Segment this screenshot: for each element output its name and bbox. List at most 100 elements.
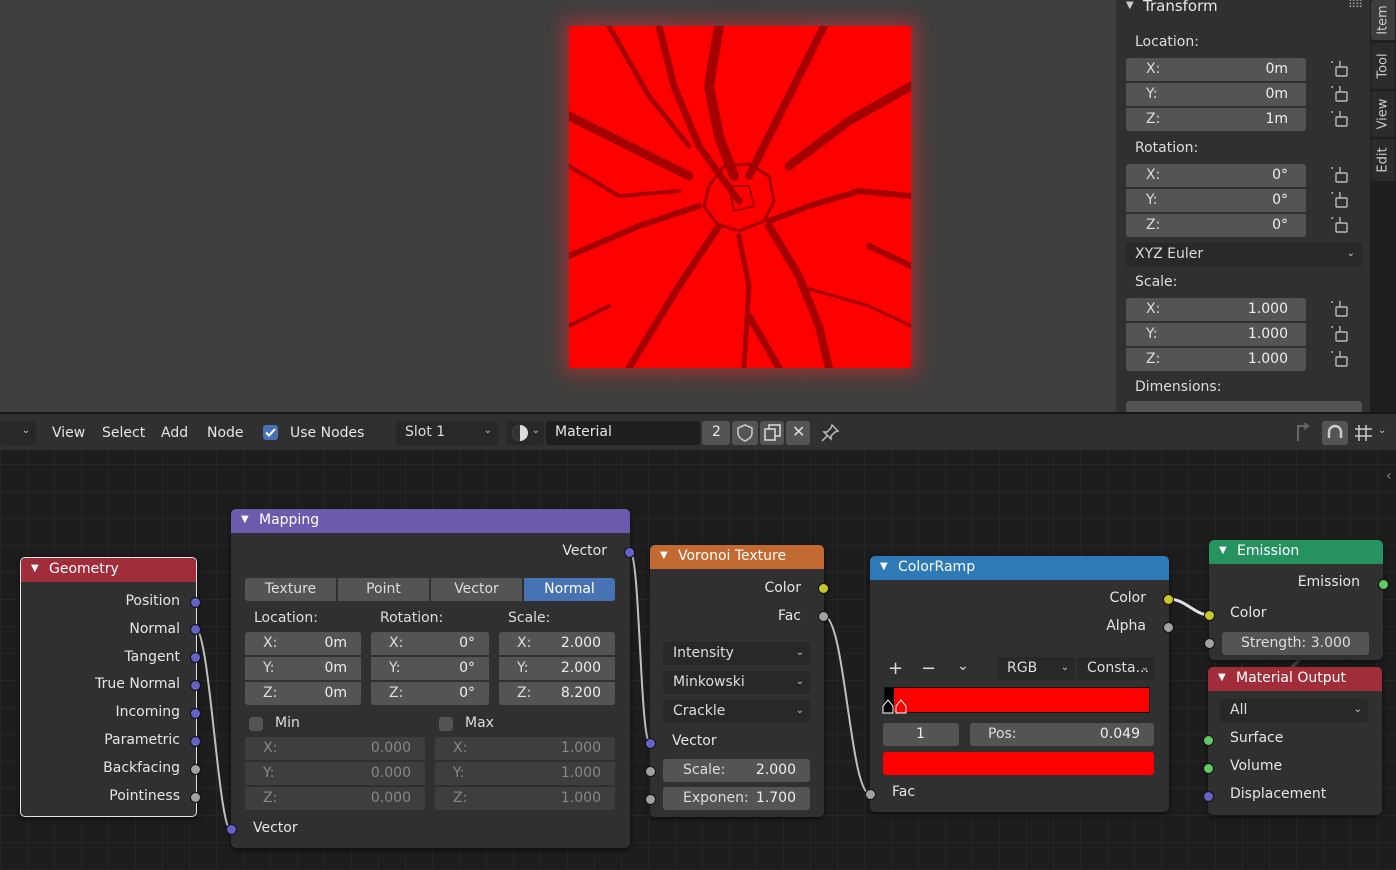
- socket-color-in[interactable]: [1204, 610, 1215, 621]
- socket-scale-in[interactable]: [645, 766, 656, 777]
- stop-color-swatch[interactable]: [883, 752, 1154, 775]
- collapse-arrow-icon[interactable]: ▼: [31, 563, 39, 574]
- unlink-material-button[interactable]: ✕: [786, 421, 810, 445]
- lock-icon[interactable]: [1330, 301, 1348, 317]
- location-x-field[interactable]: X: 0m: [1126, 58, 1306, 81]
- plane-object[interactable]: [564, 21, 916, 372]
- stop-position-field[interactable]: Pos: 0.049: [970, 723, 1154, 746]
- voronoi-texture-node[interactable]: ▼ Voronoi Texture Color Fac Intensity ⌄ M…: [645, 545, 829, 817]
- tab-view[interactable]: View: [1371, 91, 1395, 137]
- material-browse-button[interactable]: ⌄: [506, 421, 544, 445]
- collapse-arrow-icon[interactable]: ▼: [241, 514, 249, 525]
- slot-dropdown[interactable]: Slot 1 ⌄: [396, 421, 498, 445]
- drag-handle-icon[interactable]: ⠿⠿: [1348, 0, 1363, 11]
- socket-tangent[interactable]: [190, 652, 201, 663]
- use-nodes-checkbox[interactable]: [263, 425, 278, 440]
- mapping-node[interactable]: ▼ Mapping Vector Texture Point Vector No…: [226, 509, 635, 848]
- scale-y-field[interactable]: Y: 1.000: [1126, 323, 1306, 346]
- add-stop-icon[interactable]: +: [888, 658, 903, 679]
- location-z-field[interactable]: Z: 1m: [1126, 108, 1306, 131]
- location-y-field[interactable]: Y: 0m: [1126, 83, 1306, 106]
- socket-parametric[interactable]: [190, 736, 201, 747]
- scale-field[interactable]: Scale: 2.000: [663, 759, 810, 782]
- socket-normal[interactable]: [190, 624, 201, 635]
- dimensions-x-field[interactable]: [1126, 401, 1362, 412]
- material-users-count[interactable]: 2: [702, 421, 730, 445]
- editor-type-dropdown[interactable]: ⌄: [0, 421, 36, 445]
- rotation-y-field[interactable]: Y: 0°: [1126, 189, 1306, 212]
- scale-x-field[interactable]: X: 1.000: [1126, 298, 1306, 321]
- socket-vector-in[interactable]: [226, 824, 237, 835]
- ramp-stop-handles[interactable]: [882, 698, 910, 714]
- min-checkbox[interactable]: [249, 717, 263, 731]
- lock-icon[interactable]: [1330, 326, 1348, 342]
- use-nodes-label[interactable]: Use Nodes: [290, 425, 364, 441]
- remove-stop-icon[interactable]: −: [921, 658, 936, 679]
- 3d-viewport[interactable]: [0, 0, 1116, 412]
- menu-node[interactable]: Node: [207, 425, 244, 441]
- max-z-field[interactable]: Z: 1.000: [435, 787, 615, 810]
- active-stop-index-field[interactable]: 1: [883, 723, 959, 746]
- node-editor-canvas[interactable]: ▼ Geometry Position Normal Tangent True …: [0, 450, 1396, 870]
- target-dropdown[interactable]: All ⌄: [1220, 699, 1368, 722]
- socket-vector-in[interactable]: [645, 738, 656, 749]
- min-x-field[interactable]: X: 0.000: [245, 737, 425, 760]
- rotation-x-field[interactable]: X: 0°: [1126, 164, 1306, 187]
- duplicate-material-button[interactable]: [760, 421, 784, 445]
- collapse-arrow-icon[interactable]: ▼: [1219, 545, 1227, 556]
- socket-fac-in[interactable]: [865, 789, 876, 800]
- lock-icon[interactable]: [1330, 217, 1348, 233]
- material-output-node[interactable]: ▼ Material Output All ⌄ Surface Volume Di…: [1203, 667, 1382, 815]
- distance-metric-dropdown[interactable]: Minkowski ⌄: [663, 671, 810, 694]
- pin-icon[interactable]: [820, 423, 840, 443]
- location-y-field[interactable]: Y: 0m: [245, 657, 361, 680]
- socket-displacement-in[interactable]: [1203, 791, 1214, 802]
- strength-field[interactable]: Strength: 3.000: [1222, 632, 1369, 655]
- color-ramp-bar[interactable]: [884, 687, 1150, 713]
- socket-true-normal[interactable]: [190, 680, 201, 691]
- socket-pointiness[interactable]: [190, 792, 201, 803]
- exponent-field[interactable]: Exponen: 1.700: [663, 787, 810, 810]
- type-vector[interactable]: Vector: [431, 578, 522, 601]
- rotation-z-field[interactable]: Z: 0°: [371, 682, 489, 705]
- socket-surface-in[interactable]: [1203, 735, 1214, 746]
- location-z-field[interactable]: Z: 0m: [245, 682, 361, 705]
- socket-backfacing[interactable]: [190, 764, 201, 775]
- socket-exponent-in[interactable]: [645, 794, 656, 805]
- lock-icon[interactable]: [1330, 111, 1348, 127]
- colorramp-node[interactable]: ▼ ColorRamp Color Alpha + − ⌄ RGB ⌄ Const…: [865, 556, 1174, 812]
- type-normal[interactable]: Normal: [524, 578, 615, 601]
- snap-target-dropdown[interactable]: ⌄: [1352, 421, 1392, 445]
- colorramp-node-header[interactable]: ▼ ColorRamp: [870, 556, 1169, 580]
- snap-toggle-button[interactable]: [1322, 421, 1348, 445]
- socket-color-out[interactable]: [1163, 594, 1174, 605]
- menu-add[interactable]: Add: [161, 425, 188, 441]
- socket-color-out[interactable]: [818, 583, 829, 594]
- transform-panel-title[interactable]: Transform: [1143, 0, 1218, 15]
- parent-node-tree-icon[interactable]: [1292, 423, 1312, 443]
- collapse-arrow-icon[interactable]: ▼: [1218, 672, 1226, 683]
- emission-node-header[interactable]: ▼ Emission: [1209, 540, 1383, 564]
- interpolation-dropdown[interactable]: Consta... ⌄: [1077, 657, 1155, 680]
- type-point[interactable]: Point: [338, 578, 429, 601]
- menu-select[interactable]: Select: [102, 425, 145, 441]
- location-x-field[interactable]: X: 0m: [245, 632, 361, 655]
- fake-user-button[interactable]: [732, 421, 758, 445]
- collapse-arrow-icon[interactable]: ▼: [1126, 0, 1134, 11]
- rotation-mode-dropdown[interactable]: XYZ Euler ⌄: [1126, 243, 1362, 266]
- min-y-field[interactable]: Y: 0.000: [245, 762, 425, 785]
- max-checkbox[interactable]: [439, 717, 453, 731]
- socket-volume-in[interactable]: [1203, 763, 1214, 774]
- lock-icon[interactable]: [1330, 167, 1348, 183]
- mapping-node-header[interactable]: ▼ Mapping: [231, 509, 630, 533]
- voronoi-node-header[interactable]: ▼ Voronoi Texture: [650, 545, 824, 569]
- socket-emission-out[interactable]: [1378, 579, 1389, 590]
- collapse-arrow-icon[interactable]: ▼: [660, 550, 668, 561]
- emission-node[interactable]: ▼ Emission Emission Color Strength: 3.00…: [1204, 540, 1389, 660]
- material-name-field[interactable]: Material: [546, 421, 700, 445]
- tab-item[interactable]: Item: [1371, 0, 1395, 40]
- rotation-y-field[interactable]: Y: 0°: [371, 657, 489, 680]
- chevron-left-icon[interactable]: ‹: [1386, 468, 1392, 484]
- color-mode-dropdown[interactable]: RGB ⌄: [997, 657, 1075, 680]
- material-output-node-header[interactable]: ▼ Material Output: [1208, 667, 1382, 691]
